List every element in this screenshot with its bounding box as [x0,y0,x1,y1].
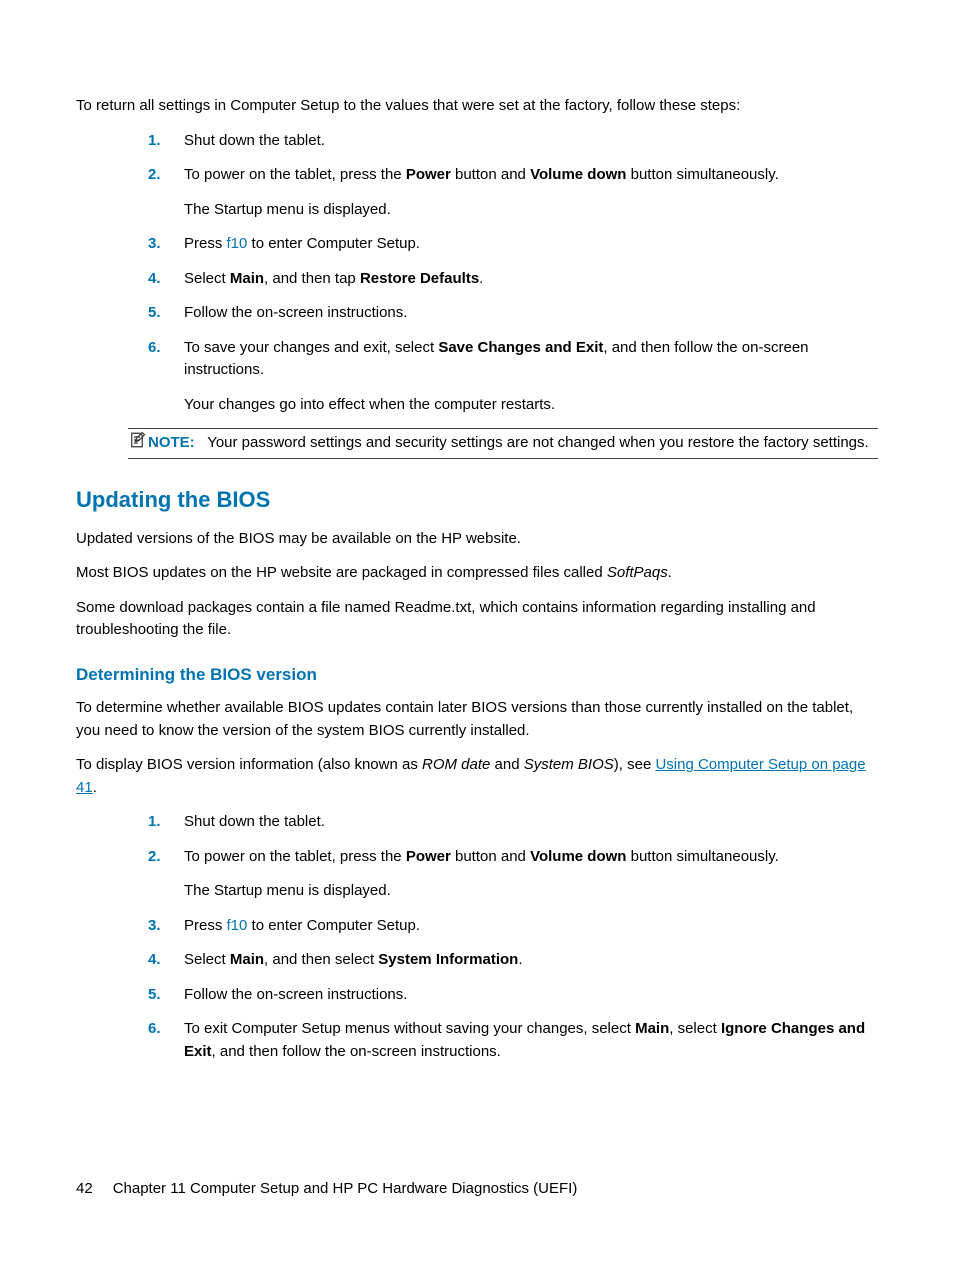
intro-paragraph: To return all settings in Computer Setup… [76,95,878,118]
step-text: To power on the tablet, press the Power … [184,166,779,183]
step-number: 1. [148,130,161,153]
step-number: 4. [148,949,161,972]
step-number: 4. [148,268,161,291]
step-text: Shut down the tablet. [184,813,325,830]
paragraph: To display BIOS version information (als… [76,754,878,799]
key-f10: f10 [227,917,248,934]
step-item: 4. Select Main, and then tap Restore Def… [148,268,878,291]
paragraph: To determine whether available BIOS upda… [76,697,878,742]
step-text: Follow the on-screen instructions. [184,304,407,321]
step-item: 5. Follow the on-screen instructions. [148,984,878,1007]
key-f10: f10 [227,235,248,252]
step-number: 1. [148,811,161,834]
step-item: 6. To exit Computer Setup menus without … [148,1018,878,1063]
note-text: Your password settings and security sett… [207,434,869,451]
step-number: 5. [148,302,161,325]
step-item: 1. Shut down the tablet. [148,130,878,153]
step-text: To save your changes and exit, select Sa… [184,339,809,379]
paragraph: Updated versions of the BIOS may be avai… [76,528,878,551]
page-footer: 42 Chapter 11 Computer Setup and HP PC Ha… [76,1178,577,1201]
step-number: 3. [148,915,161,938]
step-text: To exit Computer Setup menus without sav… [184,1020,865,1060]
step-text: Select Main, and then tap Restore Defaul… [184,270,483,287]
step-item: 6. To save your changes and exit, select… [148,337,878,417]
steps-list-2: 1. Shut down the tablet. 2. To power on … [148,811,878,1063]
note-callout: NOTE: Your password settings and securit… [128,428,878,459]
step-item: 1. Shut down the tablet. [148,811,878,834]
chapter-label: Chapter 11 Computer Setup and HP PC Hard… [113,1180,578,1197]
step-item: 3. Press f10 to enter Computer Setup. [148,233,878,256]
page-number: 42 [76,1180,93,1197]
steps-list-1: 1. Shut down the tablet. 2. To power on … [148,130,878,417]
step-sub: The Startup menu is displayed. [184,880,878,903]
step-number: 5. [148,984,161,1007]
step-text: Press f10 to enter Computer Setup. [184,917,420,934]
step-item: 2. To power on the tablet, press the Pow… [148,846,878,903]
note-icon [128,431,146,449]
step-item: 2. To power on the tablet, press the Pow… [148,164,878,221]
step-text: To power on the tablet, press the Power … [184,848,779,865]
step-text: Press f10 to enter Computer Setup. [184,235,420,252]
step-text: Follow the on-screen instructions. [184,986,407,1003]
step-item: 3. Press f10 to enter Computer Setup. [148,915,878,938]
step-text: Shut down the tablet. [184,132,325,149]
note-body: NOTE: Your password settings and securit… [148,432,878,455]
heading-determine-version: Determining the BIOS version [76,662,878,688]
step-sub: The Startup menu is displayed. [184,199,878,222]
step-number: 6. [148,337,161,360]
paragraph: Most BIOS updates on the HP website are … [76,562,878,585]
heading-updating-bios: Updating the BIOS [76,483,878,516]
note-label: NOTE: [148,434,195,451]
step-text: Select Main, and then select System Info… [184,951,522,968]
step-number: 6. [148,1018,161,1041]
page-content: To return all settings in Computer Setup… [0,0,954,1063]
step-item: 4. Select Main, and then select System I… [148,949,878,972]
step-number: 2. [148,164,161,187]
step-number: 2. [148,846,161,869]
step-sub: Your changes go into effect when the com… [184,394,878,417]
paragraph: Some download packages contain a file na… [76,597,878,642]
step-item: 5. Follow the on-screen instructions. [148,302,878,325]
step-number: 3. [148,233,161,256]
